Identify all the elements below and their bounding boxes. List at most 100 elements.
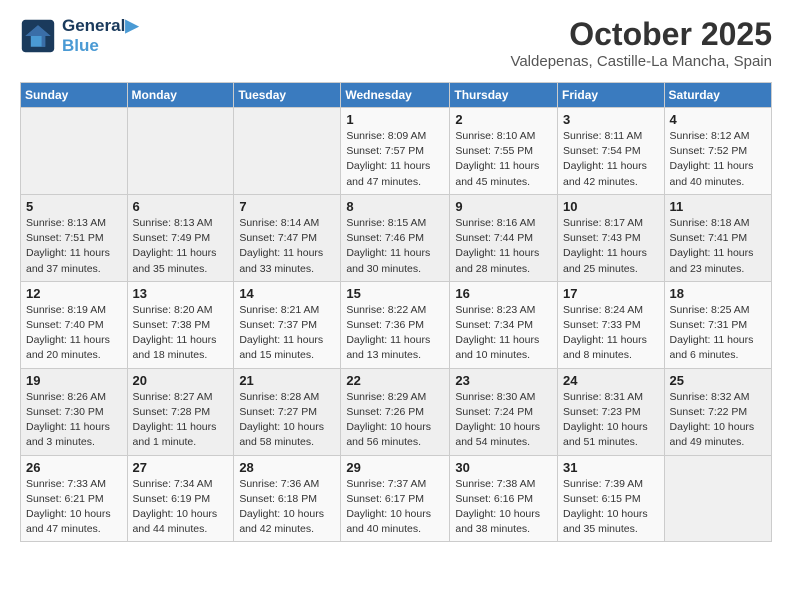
location: Valdepenas, Castille-La Mancha, Spain — [510, 53, 772, 70]
calendar-cell: 10Sunrise: 8:17 AM Sunset: 7:43 PM Dayli… — [558, 194, 665, 281]
day-info: Sunrise: 8:22 AM Sunset: 7:36 PM Dayligh… — [346, 303, 444, 364]
calendar-cell: 22 Sunrise: 8:29 AM Sunset: 7:26 PM Dayli… — [341, 368, 450, 455]
calendar-cell: 27 Sunrise: 7:34 AM Sunset: 6:19 PM Dayli… — [127, 455, 234, 542]
calendar-header-row: SundayMondayTuesdayWednesdayThursdayFrid… — [21, 83, 772, 108]
day-number: 18 — [670, 286, 766, 301]
day-number: 30 — [455, 460, 552, 475]
day-number: 20 — [133, 373, 229, 388]
calendar-cell: 8 Sunrise: 8:15 AM Sunset: 7:46 PM Daylig… — [341, 194, 450, 281]
day-of-week-header: Friday — [558, 83, 665, 108]
calendar-cell: 23Sunrise: 8:30 AM Sunset: 7:24 PM Dayli… — [450, 368, 558, 455]
day-info: Sunrise: 8:26 AM Sunset: 7:30 PM Dayligh… — [26, 390, 122, 451]
day-info: Sunrise: 8:28 AM Sunset: 7:27 PM Dayligh… — [239, 390, 335, 451]
day-number: 19 — [26, 373, 122, 388]
day-of-week-header: Thursday — [450, 83, 558, 108]
day-info: Sunrise: 8:18 AM Sunset: 7:41 PM Dayligh… — [670, 216, 766, 277]
calendar-cell: 30 Sunrise: 7:38 AM Sunset: 6:16 PM Dayli… — [450, 455, 558, 542]
calendar-cell: 3 Sunrise: 8:11 AM Sunset: 7:54 PM Daylig… — [558, 108, 665, 195]
calendar-cell: 15 Sunrise: 8:22 AM Sunset: 7:36 PM Dayli… — [341, 281, 450, 368]
day-number: 8 — [346, 199, 444, 214]
day-number: 31 — [563, 460, 659, 475]
day-info: Sunrise: 8:25 AM Sunset: 7:31 PM Dayligh… — [670, 303, 766, 364]
day-info: Sunrise: 7:36 AM Sunset: 6:18 PM Dayligh… — [239, 477, 335, 538]
day-of-week-header: Monday — [127, 83, 234, 108]
calendar-cell: 18 Sunrise: 8:25 AM Sunset: 7:31 PM Dayli… — [664, 281, 771, 368]
day-number: 27 — [133, 460, 229, 475]
month-title: October 2025 — [510, 16, 772, 53]
day-info: Sunrise: 8:19 AM Sunset: 7:40 PM Dayligh… — [26, 303, 122, 364]
calendar-cell: 31 Sunrise: 7:39 AM Sunset: 6:15 PM Dayli… — [558, 455, 665, 542]
calendar-cell: 7 Sunrise: 8:14 AM Sunset: 7:47 PM Daylig… — [234, 194, 341, 281]
day-number: 17 — [563, 286, 659, 301]
logo: General▶ Blue — [20, 16, 138, 56]
day-info: Sunrise: 8:32 AM Sunset: 7:22 PM Dayligh… — [670, 390, 766, 451]
day-of-week-header: Tuesday — [234, 83, 341, 108]
day-info: Sunrise: 7:33 AM Sunset: 6:21 PM Dayligh… — [26, 477, 122, 538]
calendar-cell: 12Sunrise: 8:19 AM Sunset: 7:40 PM Dayli… — [21, 281, 128, 368]
calendar-cell: 11 Sunrise: 8:18 AM Sunset: 7:41 PM Dayli… — [664, 194, 771, 281]
calendar-cell — [127, 108, 234, 195]
day-number: 21 — [239, 373, 335, 388]
calendar-week-row: 26 Sunrise: 7:33 AM Sunset: 6:21 PM Dayli… — [21, 455, 772, 542]
logo-text: General▶ Blue — [62, 16, 138, 56]
calendar-week-row: 19 Sunrise: 8:26 AM Sunset: 7:30 PM Dayli… — [21, 368, 772, 455]
calendar-cell: 5Sunrise: 8:13 AM Sunset: 7:51 PM Daylig… — [21, 194, 128, 281]
day-info: Sunrise: 7:39 AM Sunset: 6:15 PM Dayligh… — [563, 477, 659, 538]
day-number: 22 — [346, 373, 444, 388]
page-header: General▶ Blue October 2025 Valdepenas, C… — [20, 16, 772, 70]
day-number: 14 — [239, 286, 335, 301]
day-number: 15 — [346, 286, 444, 301]
day-info: Sunrise: 8:10 AM Sunset: 7:55 PM Dayligh… — [455, 129, 552, 190]
calendar-cell: 13 Sunrise: 8:20 AM Sunset: 7:38 PM Dayli… — [127, 281, 234, 368]
day-info: Sunrise: 8:11 AM Sunset: 7:54 PM Dayligh… — [563, 129, 659, 190]
calendar-cell: 21 Sunrise: 8:28 AM Sunset: 7:27 PM Dayli… — [234, 368, 341, 455]
day-info: Sunrise: 7:37 AM Sunset: 6:17 PM Dayligh… — [346, 477, 444, 538]
page-container: General▶ Blue October 2025 Valdepenas, C… — [0, 0, 792, 552]
title-block: October 2025 Valdepenas, Castille-La Man… — [510, 16, 772, 70]
day-info: Sunrise: 8:27 AM Sunset: 7:28 PM Dayligh… — [133, 390, 229, 451]
calendar-table: SundayMondayTuesdayWednesdayThursdayFrid… — [20, 82, 772, 542]
day-number: 5 — [26, 199, 122, 214]
day-info: Sunrise: 8:29 AM Sunset: 7:26 PM Dayligh… — [346, 390, 444, 451]
day-info: Sunrise: 8:16 AM Sunset: 7:44 PM Dayligh… — [455, 216, 552, 277]
day-number: 26 — [26, 460, 122, 475]
day-of-week-header: Sunday — [21, 83, 128, 108]
calendar-cell: 26 Sunrise: 7:33 AM Sunset: 6:21 PM Dayli… — [21, 455, 128, 542]
calendar-cell — [234, 108, 341, 195]
day-number: 4 — [670, 112, 766, 127]
day-number: 2 — [455, 112, 552, 127]
day-info: Sunrise: 8:15 AM Sunset: 7:46 PM Dayligh… — [346, 216, 444, 277]
day-number: 24 — [563, 373, 659, 388]
calendar-cell: 14Sunrise: 8:21 AM Sunset: 7:37 PM Dayli… — [234, 281, 341, 368]
day-number: 7 — [239, 199, 335, 214]
day-number: 1 — [346, 112, 444, 127]
calendar-week-row: 12Sunrise: 8:19 AM Sunset: 7:40 PM Dayli… — [21, 281, 772, 368]
day-info: Sunrise: 7:38 AM Sunset: 6:16 PM Dayligh… — [455, 477, 552, 538]
day-number: 16 — [455, 286, 552, 301]
day-number: 3 — [563, 112, 659, 127]
day-number: 28 — [239, 460, 335, 475]
day-number: 11 — [670, 199, 766, 214]
day-info: Sunrise: 8:13 AM Sunset: 7:49 PM Dayligh… — [133, 216, 229, 277]
day-info: Sunrise: 8:20 AM Sunset: 7:38 PM Dayligh… — [133, 303, 229, 364]
calendar-week-row: 1Sunrise: 8:09 AM Sunset: 7:57 PM Daylig… — [21, 108, 772, 195]
calendar-cell: 1Sunrise: 8:09 AM Sunset: 7:57 PM Daylig… — [341, 108, 450, 195]
calendar-cell: 28 Sunrise: 7:36 AM Sunset: 6:18 PM Dayli… — [234, 455, 341, 542]
day-number: 13 — [133, 286, 229, 301]
day-info: Sunrise: 8:14 AM Sunset: 7:47 PM Dayligh… — [239, 216, 335, 277]
calendar-cell: 6 Sunrise: 8:13 AM Sunset: 7:49 PM Daylig… — [127, 194, 234, 281]
day-info: Sunrise: 7:34 AM Sunset: 6:19 PM Dayligh… — [133, 477, 229, 538]
calendar-cell — [21, 108, 128, 195]
calendar-cell: 29Sunrise: 7:37 AM Sunset: 6:17 PM Dayli… — [341, 455, 450, 542]
day-number: 9 — [455, 199, 552, 214]
calendar-cell: 20 Sunrise: 8:27 AM Sunset: 7:28 PM Dayli… — [127, 368, 234, 455]
calendar-cell — [664, 455, 771, 542]
day-number: 10 — [563, 199, 659, 214]
day-number: 25 — [670, 373, 766, 388]
day-number: 23 — [455, 373, 552, 388]
calendar-cell: 24Sunrise: 8:31 AM Sunset: 7:23 PM Dayli… — [558, 368, 665, 455]
day-number: 6 — [133, 199, 229, 214]
calendar-cell: 2 Sunrise: 8:10 AM Sunset: 7:55 PM Daylig… — [450, 108, 558, 195]
day-of-week-header: Saturday — [664, 83, 771, 108]
calendar-cell: 17Sunrise: 8:24 AM Sunset: 7:33 PM Dayli… — [558, 281, 665, 368]
